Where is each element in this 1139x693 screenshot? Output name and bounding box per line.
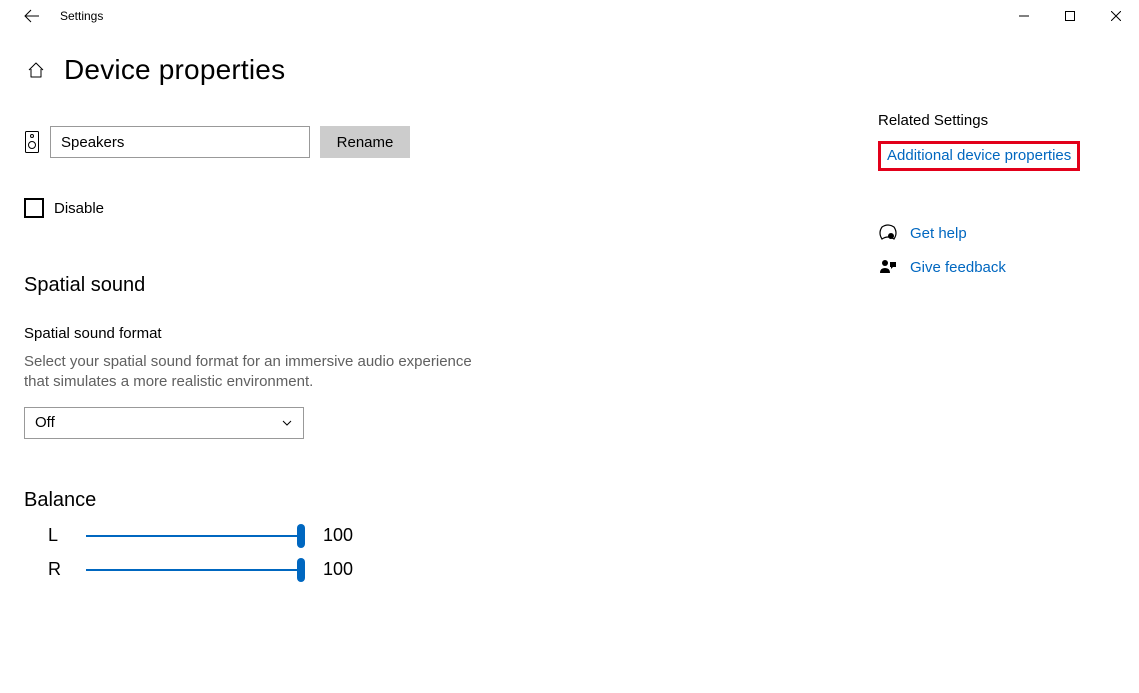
disable-row: Disable — [24, 198, 664, 218]
balance-right-label: R — [48, 559, 68, 580]
close-button[interactable] — [1093, 1, 1139, 31]
related-settings-title: Related Settings — [878, 112, 1118, 129]
app-title: Settings — [60, 9, 103, 23]
speaker-icon — [24, 130, 40, 154]
maximize-button[interactable] — [1047, 1, 1093, 31]
device-name-input[interactable] — [50, 126, 310, 158]
home-button[interactable] — [24, 58, 48, 82]
related-settings-panel: Related Settings Additional device prope… — [878, 112, 1118, 277]
balance-right-row: R 100 — [24, 558, 664, 582]
spatial-format-label: Spatial sound format — [24, 325, 664, 342]
page-title: Device properties — [64, 54, 285, 86]
dropdown-value: Off — [35, 414, 55, 431]
back-button[interactable] — [18, 2, 46, 30]
additional-device-properties-link[interactable]: Additional device properties — [887, 147, 1071, 164]
maximize-icon — [1065, 11, 1075, 21]
arrow-left-icon — [24, 8, 40, 24]
balance-right-slider[interactable] — [86, 558, 301, 582]
rename-button[interactable]: Rename — [320, 126, 410, 158]
balance-left-value: 100 — [323, 525, 353, 546]
spatial-format-dropdown[interactable]: Off — [24, 407, 304, 439]
page-header: Device properties — [0, 54, 1139, 86]
give-feedback-link[interactable]: Give feedback — [910, 259, 1006, 276]
close-icon — [1111, 11, 1121, 21]
home-icon — [26, 60, 46, 80]
disable-label: Disable — [54, 200, 104, 217]
spatial-format-description: Select your spatial sound format for an … — [24, 352, 484, 393]
disable-checkbox[interactable] — [24, 198, 44, 218]
chevron-down-icon — [281, 417, 293, 429]
feedback-icon — [878, 257, 898, 277]
highlight-annotation: Additional device properties — [878, 141, 1080, 171]
help-icon — [878, 223, 898, 243]
balance-left-label: L — [48, 525, 68, 546]
balance-left-row: L 100 — [24, 524, 664, 548]
balance-heading: Balance — [24, 489, 664, 512]
minimize-icon — [1019, 11, 1029, 21]
minimize-button[interactable] — [1001, 1, 1047, 31]
balance-right-value: 100 — [323, 559, 353, 580]
balance-left-slider[interactable] — [86, 524, 301, 548]
title-bar: Settings — [0, 0, 1139, 32]
spatial-sound-heading: Spatial sound — [24, 274, 664, 297]
get-help-link[interactable]: Get help — [910, 225, 967, 242]
device-name-row: Rename — [24, 126, 664, 158]
